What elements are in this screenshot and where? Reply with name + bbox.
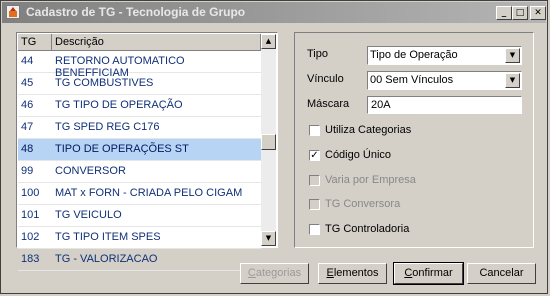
checkbox-label: Utiliza Categorias: [325, 124, 412, 136]
checkbox-box: [309, 199, 320, 210]
cell-descricao: TG COMBUSTIVES: [55, 77, 154, 89]
cell-tg: 100: [21, 187, 40, 199]
cell-tg: 44: [21, 55, 34, 67]
checkbox-label: TG Conversora: [325, 198, 401, 210]
tg-grid[interactable]: TG Descrição 44 RETORNO AUTOMATICO BENEFF…: [16, 32, 278, 271]
cell-tg: 45: [21, 77, 34, 89]
confirmar-rest: onfirmar: [412, 267, 453, 279]
cancelar-button[interactable]: Cancelar: [467, 263, 536, 284]
checkbox-box[interactable]: [309, 224, 320, 235]
mascara-input-value: 20A: [371, 99, 391, 111]
close-button[interactable]: ✕: [530, 6, 546, 20]
cell-descricao: TIPO DE OPERAÇÕES ST: [55, 143, 189, 155]
elementos-button[interactable]: Elementos: [318, 263, 387, 284]
checkbox-label: Varia por Empresa: [325, 174, 416, 186]
checkbox-box: [309, 175, 320, 186]
cell-descricao: TG TIPO DE OPERAÇÃO: [55, 99, 183, 111]
tipo-select[interactable]: Tipo de Operação ▼: [367, 46, 522, 65]
table-row[interactable]: 48 TIPO DE OPERAÇÕES ST: [18, 139, 261, 161]
scroll-thumb[interactable]: [261, 134, 276, 150]
chevron-down-icon[interactable]: ▼: [505, 73, 520, 88]
elementos-accel: E: [326, 267, 334, 279]
app-icon: [6, 5, 20, 19]
checkbox-label: Código Único: [325, 149, 392, 161]
confirmar-button[interactable]: Confirmar: [393, 262, 464, 285]
cell-tg: 46: [21, 99, 34, 111]
checkbox-label: TG Controladoria: [325, 223, 410, 235]
mascara-input[interactable]: 20A: [367, 96, 522, 114]
table-row[interactable]: 44 RETORNO AUTOMATICO BENEFFICIAM: [18, 51, 261, 79]
window-title: Cadastro de TG - Tecnologia de Grupo: [26, 5, 246, 19]
vinculo-select[interactable]: 00 Sem Vínculos ▼: [367, 71, 522, 90]
categorias-accel: C: [247, 267, 256, 279]
cell-tg: 183: [21, 253, 40, 265]
table-row[interactable]: 47 TG SPED REG C176: [18, 117, 261, 139]
check-icon: ✓: [310, 150, 319, 161]
properties-panel: Tipo Tipo de Operação ▼ Vínculo 00 Sem V…: [294, 32, 534, 248]
scroll-up-arrow-icon[interactable]: ▲: [261, 34, 276, 49]
elementos-rest: lementos: [333, 267, 379, 279]
mascara-label: Máscara: [307, 98, 350, 110]
cell-descricao: CONVERSOR: [55, 165, 126, 177]
table-row[interactable]: 99 CONVERSOR: [18, 161, 261, 183]
grid-header: TG Descrição: [18, 34, 261, 51]
tipo-label: Tipo: [307, 48, 328, 60]
cell-tg: 48: [21, 143, 34, 155]
column-header-descricao[interactable]: Descrição: [52, 34, 261, 51]
cell-tg: 99: [21, 165, 34, 177]
categorias-button: Categorias: [240, 263, 309, 284]
chevron-down-icon[interactable]: ▼: [505, 48, 520, 63]
column-header-tg[interactable]: TG: [18, 34, 52, 51]
grid-vertical-scrollbar[interactable]: ▲ ▼: [261, 34, 276, 246]
grid-rows: 44 RETORNO AUTOMATICO BENEFFICIAM 45 TG COM…: [18, 51, 261, 271]
table-row[interactable]: 45 TG COMBUSTIVES: [18, 73, 261, 95]
cell-tg: 47: [21, 121, 34, 133]
cell-descricao: TG - VALORIZACAO: [55, 253, 158, 265]
title-bar[interactable]: Cadastro de TG - Tecnologia de Grupo _ □…: [2, 2, 546, 23]
tipo-select-value: Tipo de Operação: [370, 49, 458, 61]
scroll-down-arrow-icon[interactable]: ▼: [261, 231, 276, 246]
table-row[interactable]: 101 TG VEICULO: [18, 205, 261, 227]
maximize-button[interactable]: □: [512, 6, 528, 20]
checkbox-box[interactable]: ✓: [309, 150, 320, 161]
cell-descricao: TG TIPO ITEM SPES: [55, 231, 161, 243]
table-row[interactable]: 100 MAT x FORN - CRIADA PELO CIGAM: [18, 183, 261, 205]
categorias-rest: ategorias: [255, 267, 302, 279]
dialog-window: Cadastro de TG - Tecnologia de Grupo _ □…: [0, 0, 548, 294]
cell-descricao: TG VEICULO: [55, 209, 122, 221]
table-row[interactable]: 183 TG - VALORIZACAO: [18, 249, 261, 271]
cell-tg: 101: [21, 209, 40, 221]
vinculo-select-value: 00 Sem Vínculos: [370, 74, 454, 86]
minimize-button[interactable]: _: [496, 6, 512, 20]
cell-tg: 102: [21, 231, 40, 243]
table-row[interactable]: 102 TG TIPO ITEM SPES: [18, 227, 261, 249]
cell-descricao: TG SPED REG C176: [55, 121, 160, 133]
checkbox-box[interactable]: [309, 125, 320, 136]
vinculo-label: Vínculo: [307, 73, 344, 85]
cell-descricao: MAT x FORN - CRIADA PELO CIGAM: [55, 187, 243, 199]
table-row[interactable]: 46 TG TIPO DE OPERAÇÃO: [18, 95, 261, 117]
